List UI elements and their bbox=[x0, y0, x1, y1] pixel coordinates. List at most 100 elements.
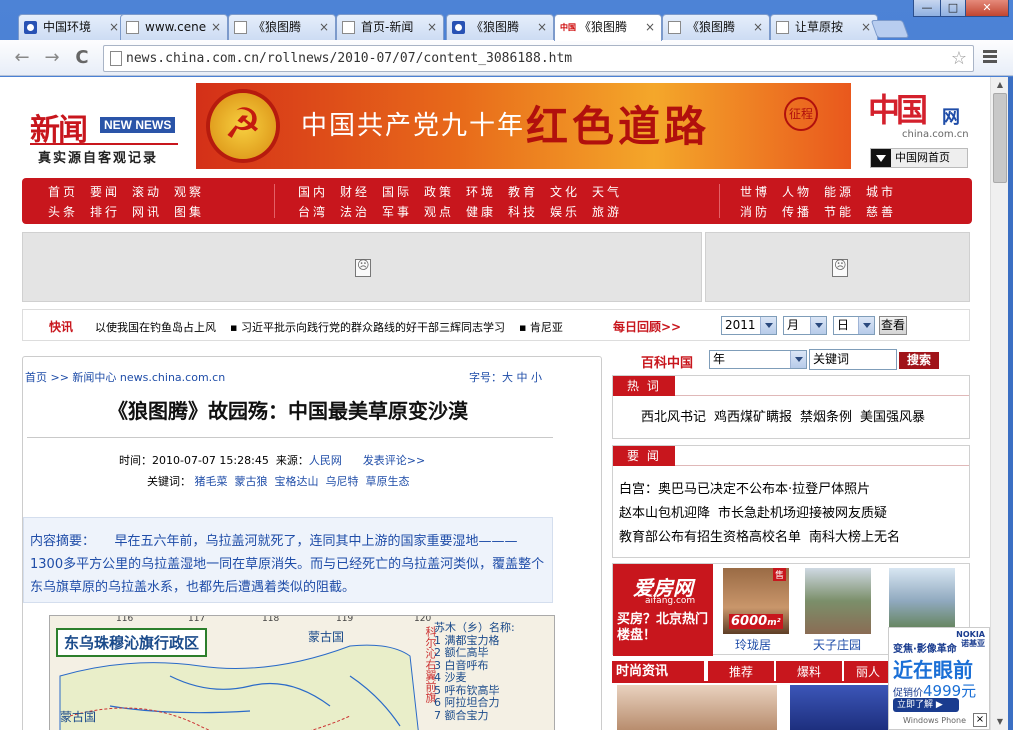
news-link[interactable]: 教育部公布有招生资格高校名单 bbox=[619, 530, 801, 545]
ticker-item[interactable]: ▪ 习近平批示向践行党的群众路线的好干部三辉同志学习 bbox=[230, 321, 505, 334]
comment-link[interactable]: 发表评论>> bbox=[363, 454, 425, 467]
nav-link[interactable]: 娱乐 bbox=[550, 203, 580, 220]
browser-tab[interactable]: 《狼图腾 × bbox=[662, 14, 770, 40]
hot-word-link[interactable]: 鸡西煤矿瞒报 bbox=[714, 410, 792, 425]
fashion-tab[interactable]: 爆料 bbox=[776, 661, 842, 683]
nokia-ad[interactable]: NOKIA 诺基亚 变焦·影像革命 近在眼前 促销价4999元 立即了解 ▶ Wi… bbox=[888, 627, 990, 730]
hot-word-link[interactable]: 美国强风暴 bbox=[860, 410, 925, 425]
property-photo[interactable] bbox=[889, 568, 955, 634]
nav-link[interactable]: 能源 bbox=[824, 183, 854, 200]
nav-link[interactable]: 观察 bbox=[174, 183, 204, 200]
keyword-link[interactable]: 宝格达山 bbox=[275, 475, 319, 488]
nav-link[interactable]: 头条 bbox=[48, 203, 78, 220]
browser-tab[interactable]: 让草原按 × bbox=[770, 14, 878, 40]
close-tab-icon[interactable]: × bbox=[645, 15, 657, 39]
reload-icon[interactable]: C bbox=[72, 48, 92, 68]
view-button[interactable]: 查看 bbox=[879, 316, 907, 335]
close-tab-icon[interactable]: × bbox=[211, 15, 223, 39]
party-banner[interactable]: 中国共产党九十年 红色道路 征程 bbox=[196, 83, 851, 169]
property-caption[interactable]: 天子庄园 bbox=[813, 636, 861, 653]
nav-link[interactable]: 城市 bbox=[866, 183, 896, 200]
ad-slot-left[interactable] bbox=[22, 232, 702, 302]
china-com-logo[interactable]: 中国 网 china.com.cn 中国网首页 bbox=[866, 85, 976, 168]
ticker-item[interactable]: ▪ 肯尼亚 bbox=[519, 321, 563, 334]
breadcrumb[interactable]: 首页 >> 新闻中心 news.china.com.cn bbox=[25, 369, 225, 385]
nav-link[interactable]: 科技 bbox=[508, 203, 538, 220]
close-icon[interactable]: × bbox=[973, 713, 987, 727]
news-link[interactable]: 白宫：奥巴马已决定不公布本·拉登尸体照片 bbox=[619, 482, 870, 497]
minimize-button[interactable]: — bbox=[913, 0, 941, 17]
close-tab-icon[interactable]: × bbox=[753, 15, 765, 39]
nav-link[interactable]: 政策 bbox=[424, 183, 454, 200]
year-select[interactable]: 2011 bbox=[721, 316, 777, 335]
new-tab-button[interactable] bbox=[870, 20, 910, 38]
source-link[interactable]: 人民网 bbox=[309, 454, 342, 467]
browser-tab[interactable]: 首页-新闻 × bbox=[336, 14, 444, 40]
baike-search-button[interactable]: 搜索 bbox=[899, 352, 939, 369]
nav-link[interactable]: 法治 bbox=[340, 203, 370, 220]
nav-link[interactable]: 网讯 bbox=[132, 203, 162, 220]
news-link[interactable]: 南科大榜上无名 bbox=[809, 530, 900, 545]
nav-link[interactable]: 滚动 bbox=[132, 183, 162, 200]
browser-tab[interactable]: 中国环境 × bbox=[18, 14, 126, 40]
hot-word-link[interactable]: 禁烟条例 bbox=[800, 410, 852, 425]
news-link[interactable]: 市长急赴机场迎接被网友质疑 bbox=[718, 506, 887, 521]
fashion-tab[interactable]: 丽人 bbox=[844, 661, 892, 683]
browser-tab[interactable]: 《狼图腾 × bbox=[446, 14, 554, 40]
fashion-tab[interactable]: 推荐 bbox=[708, 661, 774, 683]
nav-link[interactable]: 图集 bbox=[174, 203, 204, 220]
nav-link[interactable]: 排行 bbox=[90, 203, 120, 220]
nav-link[interactable]: 旅游 bbox=[592, 203, 622, 220]
nav-link[interactable]: 天气 bbox=[592, 183, 622, 200]
keyword-link[interactable]: 蒙古狼 bbox=[235, 475, 268, 488]
menu-icon[interactable] bbox=[983, 50, 997, 65]
hot-word-link[interactable]: 西北风书记 bbox=[641, 410, 706, 425]
scroll-up-arrow-icon[interactable]: ▲ bbox=[991, 77, 1009, 93]
vertical-scrollbar[interactable]: ▲ ▼ bbox=[990, 77, 1008, 730]
ad-slot-right[interactable] bbox=[705, 232, 970, 302]
nav-link[interactable]: 世博 bbox=[740, 183, 770, 200]
font-size-switch[interactable]: 字号：大 中 小 bbox=[469, 369, 542, 385]
ticker-item[interactable]: 以使我国在钓鱼岛占上风 bbox=[95, 321, 216, 334]
nav-link[interactable]: 节能 bbox=[824, 203, 854, 220]
browser-tab[interactable]: 中国 《狼图腾 × bbox=[554, 14, 662, 41]
address-bar[interactable]: news.china.com.cn/rollnews/2010-07/07/co… bbox=[103, 45, 974, 72]
nav-link[interactable]: 财经 bbox=[340, 183, 370, 200]
nav-link[interactable]: 消防 bbox=[740, 203, 770, 220]
nav-link[interactable]: 健康 bbox=[466, 203, 496, 220]
nav-link[interactable]: 慈善 bbox=[866, 203, 896, 220]
maximize-button[interactable]: □ bbox=[940, 0, 966, 17]
forward-arrow-icon[interactable]: → bbox=[42, 48, 62, 68]
property-caption[interactable]: 玲珑居 bbox=[735, 636, 771, 653]
close-tab-icon[interactable]: × bbox=[319, 15, 331, 39]
news-link[interactable]: 赵本山包机迎降 bbox=[619, 506, 710, 521]
keyword-link[interactable]: 乌尼特 bbox=[326, 475, 359, 488]
nav-link[interactable]: 观点 bbox=[424, 203, 454, 220]
star-icon[interactable]: ☆ bbox=[951, 48, 967, 69]
keyword-input[interactable]: 关键词 bbox=[809, 349, 897, 370]
nav-link[interactable]: 教育 bbox=[508, 183, 538, 200]
nav-link[interactable]: 军事 bbox=[382, 203, 412, 220]
nav-link[interactable]: 传播 bbox=[782, 203, 812, 220]
nav-link[interactable]: 台湾 bbox=[298, 203, 328, 220]
back-arrow-icon[interactable]: ← bbox=[12, 48, 32, 68]
property-photo[interactable]: 售 6000m² bbox=[723, 568, 789, 634]
day-select[interactable]: 日 bbox=[833, 316, 875, 335]
month-select[interactable]: 月 bbox=[783, 316, 827, 335]
keyword-link[interactable]: 草原生态 bbox=[366, 475, 410, 488]
browser-tab[interactable]: www.cene × bbox=[120, 14, 228, 40]
nav-link[interactable]: 人物 bbox=[782, 183, 812, 200]
close-tab-icon[interactable]: × bbox=[861, 15, 873, 39]
close-window-button[interactable]: ✕ bbox=[965, 0, 1009, 17]
fashion-image[interactable] bbox=[790, 685, 888, 730]
scroll-down-arrow-icon[interactable]: ▼ bbox=[991, 714, 1009, 730]
nav-link[interactable]: 环境 bbox=[466, 183, 496, 200]
nav-link[interactable]: 文化 bbox=[550, 183, 580, 200]
keyword-link[interactable]: 猪毛菜 bbox=[195, 475, 228, 488]
nav-link[interactable]: 国际 bbox=[382, 183, 412, 200]
property-photo[interactable] bbox=[805, 568, 871, 634]
close-tab-icon[interactable]: × bbox=[427, 15, 439, 39]
fashion-image[interactable] bbox=[617, 685, 777, 730]
nav-link[interactable]: 要闻 bbox=[90, 183, 120, 200]
nav-link[interactable]: 首页 bbox=[48, 183, 78, 200]
